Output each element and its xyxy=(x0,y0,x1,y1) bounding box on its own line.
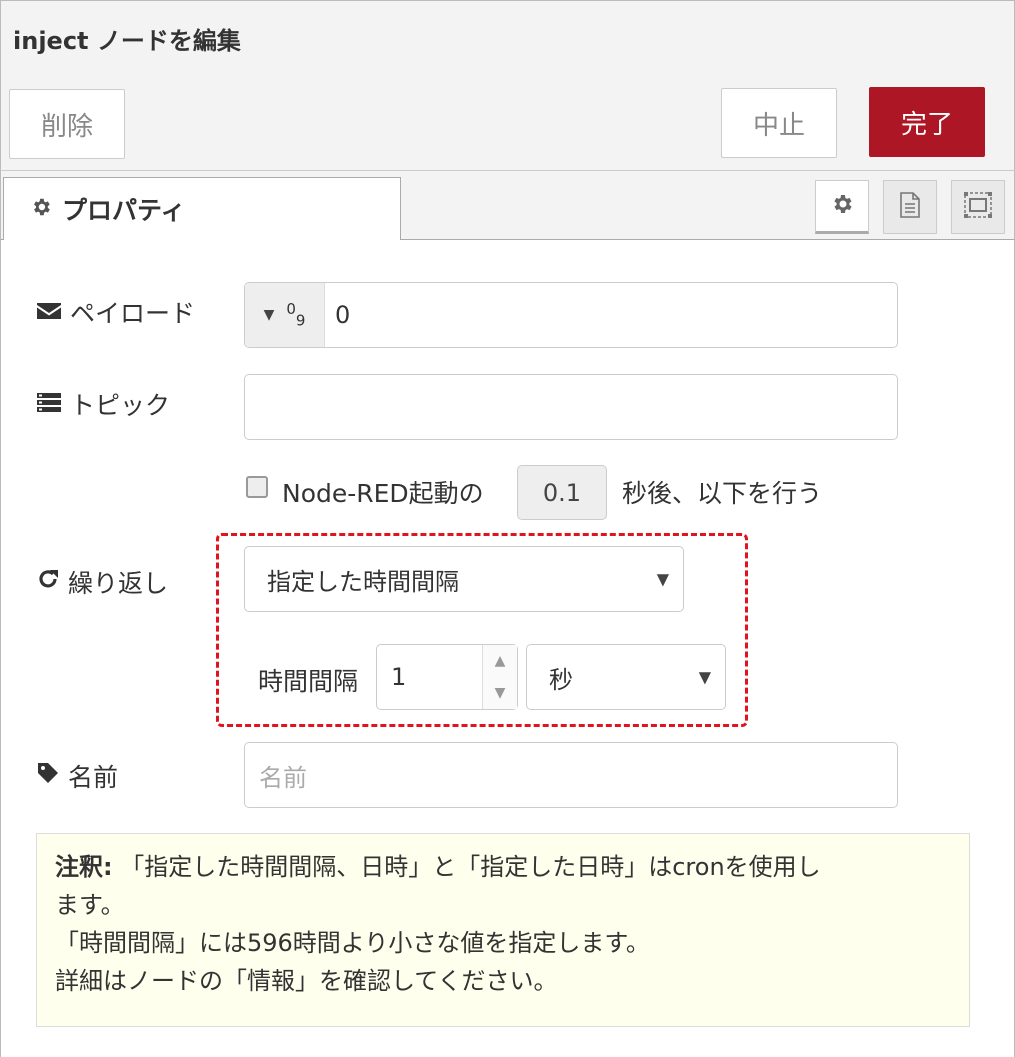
cancel-button[interactable]: 中止 xyxy=(721,88,837,158)
tip-note: 注釈: 「指定した時間間隔、日時」と「指定した日時」はcronを使用し ます。 … xyxy=(36,833,970,1027)
repeat-mode-select[interactable]: 指定した時間間隔 ▼ xyxy=(244,546,684,612)
startup-delay-input[interactable]: 0.1 xyxy=(517,465,607,520)
payload-label-text: ペイロード xyxy=(70,299,196,328)
name-label: 名前 xyxy=(36,758,118,794)
select-arrow-icon: ▼ xyxy=(698,667,711,687)
interval-unit-value: 秒 xyxy=(549,665,573,694)
number-type-icon: 09 xyxy=(286,300,306,330)
repeat-icon xyxy=(36,567,68,597)
payload-input[interactable]: ▼ 09 0 xyxy=(244,282,898,348)
spinner-down-icon[interactable]: ▼ xyxy=(483,677,517,709)
startup-checkbox[interactable] xyxy=(246,476,268,498)
tab-properties[interactable]: プロパティ xyxy=(3,177,401,240)
dialog-title: inject ノードを編集 xyxy=(13,27,241,55)
file-text-icon xyxy=(899,192,921,222)
payload-value: 0 xyxy=(335,301,351,329)
select-arrow-icon: ▼ xyxy=(656,569,669,589)
node-appearance-icon xyxy=(963,191,993,223)
description-tab-button[interactable] xyxy=(883,180,937,234)
repeat-label-text: 繰り返し xyxy=(68,569,169,598)
name-input[interactable]: 名前 xyxy=(244,742,898,808)
repeat-mode-value: 指定した時間間隔 xyxy=(267,567,459,596)
topic-input[interactable] xyxy=(244,374,898,440)
topic-label-text: トピック xyxy=(70,391,171,420)
note-line4: 詳細はノードの「情報」を確認してください。 xyxy=(55,967,558,995)
note-bold: 注釈: xyxy=(55,853,113,881)
dialog-toolbar: 削除 中止 完了 xyxy=(0,74,1015,171)
properties-tab-button[interactable] xyxy=(815,180,869,234)
startup-text-before: Node-RED起動の xyxy=(282,479,484,508)
payload-label: ペイロード xyxy=(36,294,195,330)
done-button[interactable]: 完了 xyxy=(869,87,985,157)
interval-label: 時間間隔 xyxy=(258,667,359,696)
topic-label: トピック xyxy=(36,386,170,422)
interval-spinner[interactable]: 1 ▲ ▼ xyxy=(376,644,518,710)
spinner-up-icon[interactable]: ▲ xyxy=(483,645,517,677)
gear-icon xyxy=(30,195,52,224)
dialog-header: inject ノードを編集 xyxy=(0,0,1015,75)
delete-button[interactable]: 削除 xyxy=(9,89,125,159)
caret-down-icon: ▼ xyxy=(263,307,275,323)
startup-text-after: 秒後、以下を行う xyxy=(622,479,823,508)
startup-delay-value: 0.1 xyxy=(542,478,582,507)
interval-value: 1 xyxy=(391,663,407,691)
interval-unit-select[interactable]: 秒 ▼ xyxy=(526,644,726,710)
tab-properties-label: プロパティ xyxy=(62,196,186,225)
name-placeholder: 名前 xyxy=(259,763,307,792)
note-line2: ます。 xyxy=(55,891,125,919)
repeat-label: 繰り返し xyxy=(36,564,168,600)
envelope-icon xyxy=(36,298,70,327)
name-label-text: 名前 xyxy=(68,763,119,792)
tab-bar: プロパティ xyxy=(0,171,1015,240)
gear-icon xyxy=(830,192,854,220)
payload-type-selector[interactable]: ▼ 09 xyxy=(245,283,325,347)
note-line3: 「時間間隔」には596時間より小さな値を指定します。 xyxy=(55,929,650,957)
tag-icon xyxy=(36,761,68,791)
appearance-tab-button[interactable] xyxy=(951,180,1005,234)
tasks-icon xyxy=(36,390,70,419)
note-line1: 「指定した時間間隔、日時」と「指定した日時」はcronを使用し xyxy=(112,853,821,881)
spinner-buttons: ▲ ▼ xyxy=(482,645,517,709)
